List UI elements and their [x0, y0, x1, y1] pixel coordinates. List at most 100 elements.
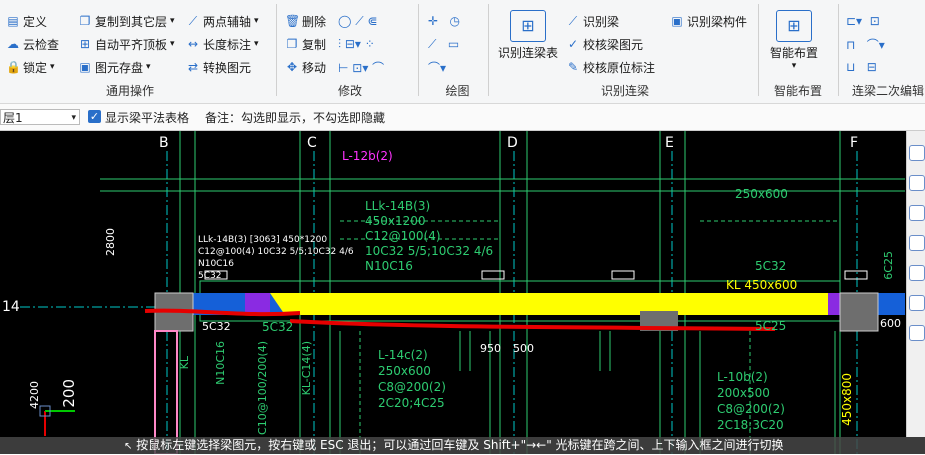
save-element-button[interactable]: ▣ 图元存盘 ▾: [78, 58, 150, 76]
group-label-secondary: 连梁二次编辑: [852, 84, 925, 98]
delete-button[interactable]: 🗑 删除: [285, 12, 326, 30]
copy-icon: ❐: [286, 37, 298, 51]
view-settings-icon[interactable]: [909, 295, 925, 311]
check-original-annotation-button[interactable]: ✎ 校核原位标注: [566, 58, 655, 76]
group-label-identify: 识别连梁: [600, 84, 649, 98]
beam-5c32-b: 5C32: [262, 320, 294, 334]
mirror-icon[interactable]: ⫶ ⊟▾ ⁘: [338, 35, 375, 53]
view-side-icon[interactable]: [909, 265, 925, 281]
dim-450x800: 450x800: [840, 373, 854, 426]
top-beam-label: L-12b(2): [342, 149, 393, 163]
secondary-edit-icon-3[interactable]: ⊔ ⊟: [846, 58, 877, 76]
save-icon: ▣: [79, 60, 91, 74]
delete-icon: 🗑: [285, 14, 301, 28]
axis-label-e: E: [665, 135, 674, 151]
extend-icon[interactable]: ⊢ ⊡▾ ⌒: [338, 58, 384, 76]
c10-vertical-label: C10@100/200(4): [256, 341, 269, 435]
define-icon: ▤: [7, 14, 19, 28]
view-top-icon[interactable]: [909, 205, 925, 221]
ribbon: ▤ 定义 ❐ 复制到其它层 ▾ ⟋ 两点辅轴 ▾ ☁ 云检查 ⊞ 自动平齐顶板 ▾ ↔ 长度标注 ▾…: [0, 0, 925, 104]
copy-floor-icon: ❐: [79, 14, 91, 28]
axis-label-d: D: [507, 135, 518, 151]
floor-select[interactable]: 层1 ▾: [0, 109, 80, 125]
l-vertical-label: KL: [178, 356, 191, 370]
smart-layout-button[interactable]: ⊞ 智能布置 ▾: [766, 10, 822, 71]
dim-500: 500: [513, 342, 534, 355]
ribbon-separator: [418, 4, 419, 96]
status-text: 按鼠标左键选择梁图元，按右键或 ESC 退出；可以通过回车键及 Shift+"→…: [136, 438, 784, 452]
smart-layout-icon: ⊞: [776, 10, 812, 42]
secondary-edit-icon-2[interactable]: ⊓ ⌒▾: [846, 35, 885, 53]
identify-component-icon: ▣: [671, 14, 683, 28]
group-label-draw: 绘图: [445, 84, 470, 98]
checkbox-label: 显示梁平法表格: [105, 111, 190, 125]
beam-support-right: [828, 293, 840, 315]
convert-element-button[interactable]: ⇄ 转换图元: [186, 58, 251, 76]
ribbon-separator: [276, 4, 277, 96]
copy-to-other-floor-button[interactable]: ❐ 复制到其它层 ▾: [78, 12, 175, 30]
view-sidebar: [906, 131, 925, 437]
cursor-icon: ↖: [124, 441, 133, 452]
beam-5c25: 5C25: [755, 319, 787, 333]
view-rotate-icon[interactable]: [909, 145, 925, 161]
two-point-axis-button[interactable]: ⟋ 两点辅轴 ▾: [186, 12, 259, 30]
define-button[interactable]: ▤ 定义: [6, 12, 47, 30]
cloud-check-icon: ☁: [7, 37, 19, 51]
n10c16-vertical-label: N10C16: [214, 341, 227, 385]
axis-label-14: 14: [2, 299, 20, 315]
options-bar: 层1 ▾ ✓ 显示梁平法表格 备注：勾选即显示，不勾选即隐藏: [0, 104, 925, 131]
options-note: 备注：勾选即显示，不勾选即隐藏: [205, 111, 386, 125]
group-label-general: 通用操作: [105, 84, 154, 98]
axis-label-f: F: [850, 135, 859, 151]
group-label-smart: 智能布置: [773, 84, 822, 98]
lock-icon: 🔒: [6, 60, 21, 74]
lock-button[interactable]: 🔒 锁定 ▾: [6, 58, 55, 76]
cloud-check-button[interactable]: ☁ 云检查: [6, 35, 59, 53]
identify-beam-button[interactable]: ⟋ 识别梁: [566, 12, 619, 30]
dim-200: 200: [60, 379, 78, 408]
column-f: [839, 292, 879, 332]
ribbon-separator: [838, 4, 839, 96]
drawing-svg: [20, 131, 905, 454]
rotate-icon[interactable]: ◯ ⟋ ⋐: [338, 12, 378, 30]
axis-label-b: B: [159, 135, 169, 151]
auto-align-slab-button[interactable]: ⊞ 自动平齐顶板 ▾: [78, 35, 175, 53]
dim-2800: 2800: [104, 228, 117, 256]
dim-950: 950: [480, 342, 501, 355]
status-bar: ↖ 按鼠标左键选择梁图元，按右键或 ESC 退出；可以通过回车键及 Shift+…: [0, 437, 925, 454]
show-table-checkbox[interactable]: ✓: [88, 110, 101, 123]
identify-beam-icon: ⟋: [568, 14, 578, 28]
red-mark-right: [289, 319, 776, 331]
move-button[interactable]: ✥ 移动: [285, 58, 326, 76]
copy-button[interactable]: ❐ 复制: [285, 35, 326, 53]
group-label-modify: 修改: [337, 84, 362, 98]
secondary-edit-icon-1[interactable]: ⊏▾ ⊡: [846, 12, 880, 30]
beam-5c32-a: 5C32: [202, 320, 231, 333]
column-pink: [154, 330, 178, 454]
view-layers-icon[interactable]: [909, 325, 925, 341]
beam-5c32-c: 5C32: [755, 259, 787, 273]
dim-4200: 4200: [28, 381, 41, 409]
ucs-icon: [39, 405, 75, 436]
dim-250x600: 250x600: [735, 187, 788, 201]
convert-icon: ⇄: [187, 60, 199, 74]
l10b-label: L-10b(2) 200x500 C8@200(2) 2C18;3C20: [717, 370, 785, 432]
view-3d-icon[interactable]: [909, 175, 925, 191]
point-icon[interactable]: ✛ ◷: [428, 12, 460, 30]
ribbon-separator: [488, 4, 489, 96]
view-front-icon[interactable]: [909, 235, 925, 251]
cad-canvas[interactable]: B C D E F 14 L-12b(2) LLk-14B(3) 450x120…: [0, 131, 925, 454]
length-dimension-button[interactable]: ↔ 长度标注 ▾: [186, 35, 259, 53]
check-beam-element-button[interactable]: ✓ 校核梁图元: [566, 35, 643, 53]
beam-support-left: [245, 293, 270, 315]
align-icon: ⊞: [79, 37, 91, 51]
check-annotation-icon: ✎: [567, 60, 579, 74]
llk-left-label: LLk-14B(3) [3063] 450*1200 C12@100(4) 10…: [198, 235, 354, 281]
l14c-label: L-14c(2) 250x600 C8@200(2) 2C20;4C25: [378, 348, 446, 410]
line-icon[interactable]: ⟋ ▭: [428, 35, 459, 53]
check-beam-icon: ✓: [567, 37, 579, 51]
identify-beam-component-button[interactable]: ▣ 识别梁构件: [670, 12, 747, 30]
dimension-icon: ↔: [187, 37, 199, 51]
arc-icon[interactable]: ⌒▾: [428, 58, 446, 76]
identify-beam-table-button[interactable]: ⊞ 识别连梁表: [496, 10, 560, 61]
